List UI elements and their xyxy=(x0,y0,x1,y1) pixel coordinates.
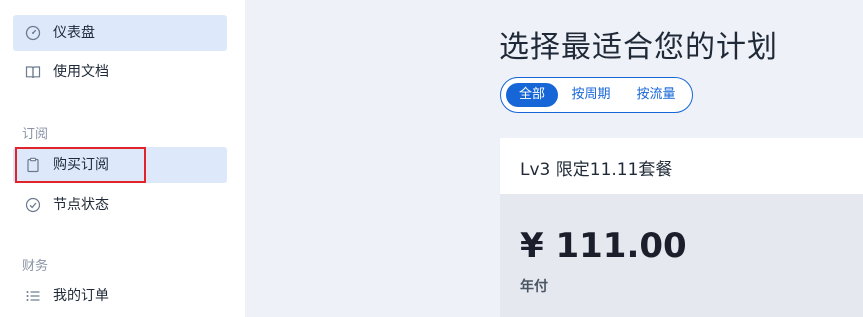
sidebar-item-label: 使用文档 xyxy=(53,64,109,80)
sidebar-item-dashboard[interactable]: 仪表盘 xyxy=(13,15,227,51)
section-label-finance: 财务 xyxy=(22,259,49,274)
sidebar-item-docs[interactable]: 使用文档 xyxy=(13,54,227,90)
sidebar-item-label: 仪表盘 xyxy=(53,25,95,41)
plan-card-header[interactable]: Lv3 限定11.11套餐 xyxy=(500,138,863,194)
clipboard-icon xyxy=(24,156,42,174)
section-label-subscription: 订阅 xyxy=(22,127,49,142)
plan-price: ¥ 111.00 xyxy=(520,226,687,266)
filter-by-traffic[interactable]: 按流量 xyxy=(627,83,685,107)
sidebar-item-node-status[interactable]: 节点状态 xyxy=(13,187,227,223)
page-title: 选择最适合您的计划 xyxy=(499,30,778,65)
sidebar-item-label: 购买订阅 xyxy=(53,157,109,173)
sidebar-item-label: 我的订单 xyxy=(53,288,109,304)
sidebar: 仪表盘 使用文档 订阅 购买订阅 节点状态 财务 我的订单 xyxy=(0,0,245,317)
book-icon xyxy=(24,63,42,81)
plan-period: 年付 xyxy=(520,279,548,295)
sidebar-item-my-orders[interactable]: 我的订单 xyxy=(13,278,227,314)
sidebar-item-label: 节点状态 xyxy=(53,197,109,213)
check-circle-icon xyxy=(24,196,42,214)
filter-by-period[interactable]: 按周期 xyxy=(563,83,619,107)
plan-name: Lv3 限定11.11套餐 xyxy=(520,160,673,180)
plan-filter-segmented: 全部 按周期 按流量 xyxy=(500,77,693,113)
list-icon xyxy=(24,287,42,305)
sidebar-item-buy-subscription[interactable]: 购买订阅 xyxy=(13,147,227,183)
dashboard-icon xyxy=(24,24,42,42)
filter-all[interactable]: 全部 xyxy=(506,83,558,107)
plan-card-body[interactable]: ¥ 111.00 年付 xyxy=(500,194,863,317)
